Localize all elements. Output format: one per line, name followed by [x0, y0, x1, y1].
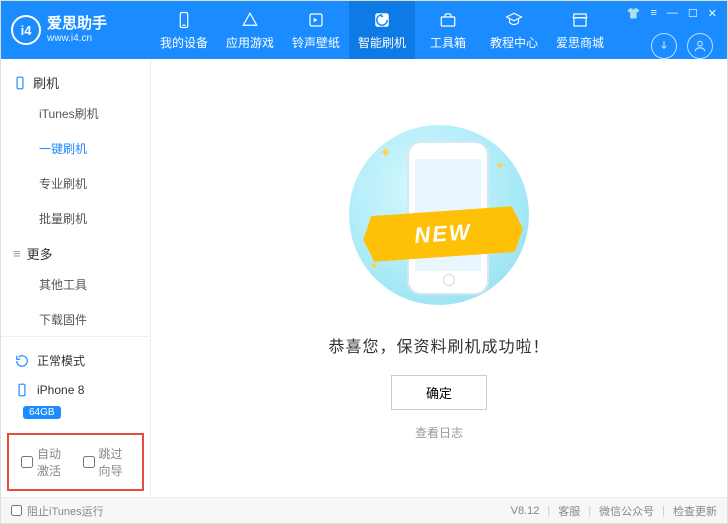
checkbox-label: 自动激活	[37, 445, 69, 479]
refresh-icon	[15, 354, 29, 368]
update-link[interactable]: 检查更新	[673, 503, 717, 519]
toolbox-icon	[438, 10, 458, 30]
storage-badge: 64GB	[23, 406, 61, 419]
nav-label: 智能刷机	[358, 34, 406, 51]
body: 刷机 iTunes刷机 一键刷机 专业刷机 批量刷机 ≡ 更多 其他工具 下载固…	[1, 59, 727, 497]
brand-url: www.i4.cn	[47, 33, 107, 44]
close-icon[interactable]: ✕	[706, 5, 719, 22]
window-controls: 👕 ≡ — ☐ ✕	[625, 1, 727, 33]
logo-icon: i4	[11, 15, 41, 45]
wallpaper-icon	[306, 10, 326, 30]
app-window: i4 爱思助手 www.i4.cn 我的设备 应用游戏 铃声壁纸 智能刷机	[0, 0, 728, 524]
sidebar-item-other-tools[interactable]: 其他工具	[1, 267, 150, 302]
sidebar-group-title: 更多	[27, 244, 53, 263]
apps-icon	[240, 10, 260, 30]
tutorial-icon	[504, 10, 524, 30]
sparkle-icon: ✦	[379, 143, 392, 163]
main-content: ✦ ✦ ✦ NEW 恭喜您，保资料刷机成功啦！ 确定 查看日志	[151, 59, 727, 497]
sidebar-item-itunes-flash[interactable]: iTunes刷机	[1, 96, 150, 131]
nav-apps[interactable]: 应用游戏	[217, 1, 283, 59]
header: i4 爱思助手 www.i4.cn 我的设备 应用游戏 铃声壁纸 智能刷机	[1, 1, 727, 59]
sidebar-item-batch-flash[interactable]: 批量刷机	[1, 201, 150, 236]
logo-area: i4 爱思助手 www.i4.cn	[1, 15, 151, 45]
nav-label: 教程中心	[490, 34, 538, 51]
more-icon: ≡	[13, 246, 21, 261]
device-row[interactable]: iPhone 8	[1, 376, 150, 404]
support-link[interactable]: 客服	[558, 503, 580, 519]
nav-label: 工具箱	[430, 34, 466, 51]
sidebar-item-pro-flash[interactable]: 专业刷机	[1, 166, 150, 201]
footer: 阻止iTunes运行 V8.12 | 客服 | 微信公众号 | 检查更新	[1, 497, 727, 523]
sidebar-scroll: 刷机 iTunes刷机 一键刷机 专业刷机 批量刷机 ≡ 更多 其他工具 下载固…	[1, 59, 150, 336]
wechat-link[interactable]: 微信公众号	[599, 503, 654, 519]
top-nav: 我的设备 应用游戏 铃声壁纸 智能刷机 工具箱 教程中心	[151, 1, 625, 59]
nav-ringtones[interactable]: 铃声壁纸	[283, 1, 349, 59]
menu-icon[interactable]: ≡	[648, 5, 658, 21]
minimize-icon[interactable]: —	[665, 5, 680, 21]
sidebar-item-onekey-flash[interactable]: 一键刷机	[1, 131, 150, 166]
nav-label: 应用游戏	[226, 34, 274, 51]
sidebar-bottom: 正常模式 iPhone 8 64GB	[1, 336, 150, 427]
checkbox-input[interactable]	[21, 456, 33, 468]
nav-label: 铃声壁纸	[292, 34, 340, 51]
sparkle-icon: ✦	[495, 159, 505, 173]
store-icon	[570, 10, 590, 30]
option-highlight-box: 自动激活 跳过向导	[7, 433, 144, 491]
nav-label: 我的设备	[160, 34, 208, 51]
nav-label: 爱思商城	[556, 34, 604, 51]
version-label: V8.12	[511, 505, 540, 517]
phone-icon	[174, 10, 194, 30]
success-illustration: ✦ ✦ ✦ NEW	[339, 115, 539, 315]
separator: |	[662, 505, 665, 517]
phone-icon	[13, 76, 27, 90]
separator: |	[547, 505, 550, 517]
tshirt-icon[interactable]: 👕	[625, 5, 643, 22]
mode-label: 正常模式	[37, 352, 85, 369]
brand-name: 爱思助手	[47, 16, 107, 33]
flash-icon	[372, 10, 392, 30]
sidebar-group-title: 刷机	[33, 73, 59, 92]
checkbox-label: 跳过向导	[99, 445, 131, 479]
view-log-link[interactable]: 查看日志	[415, 424, 463, 441]
checkbox-block-itunes[interactable]: 阻止iTunes运行	[11, 503, 104, 519]
header-right	[651, 33, 727, 59]
checkbox-skip-guide[interactable]: 跳过向导	[83, 445, 131, 479]
nav-my-device[interactable]: 我的设备	[151, 1, 217, 59]
checkbox-input[interactable]	[11, 505, 22, 516]
ok-button[interactable]: 确定	[391, 375, 487, 410]
sidebar-item-download-fw[interactable]: 下载固件	[1, 302, 150, 336]
nav-toolbox[interactable]: 工具箱	[415, 1, 481, 59]
checkbox-input[interactable]	[83, 456, 95, 468]
separator: |	[588, 505, 591, 517]
user-button[interactable]	[687, 33, 713, 59]
phone-icon	[15, 383, 29, 397]
success-message: 恭喜您，保资料刷机成功啦！	[328, 333, 549, 357]
sidebar: 刷机 iTunes刷机 一键刷机 专业刷机 批量刷机 ≡ 更多 其他工具 下载固…	[1, 59, 151, 497]
mode-row[interactable]: 正常模式	[1, 345, 150, 376]
nav-tutorials[interactable]: 教程中心	[481, 1, 547, 59]
checkbox-auto-activate[interactable]: 自动激活	[21, 445, 69, 479]
sidebar-group-more[interactable]: ≡ 更多	[1, 236, 150, 267]
nav-store[interactable]: 爱思商城	[547, 1, 613, 59]
download-button[interactable]	[651, 33, 677, 59]
nav-flash[interactable]: 智能刷机	[349, 1, 415, 59]
device-name: iPhone 8	[37, 383, 84, 397]
checkbox-label: 阻止iTunes运行	[27, 503, 104, 519]
sidebar-group-flash[interactable]: 刷机	[1, 65, 150, 96]
maximize-icon[interactable]: ☐	[686, 5, 700, 22]
footer-right: V8.12 | 客服 | 微信公众号 | 检查更新	[511, 503, 717, 519]
brand-text: 爱思助手 www.i4.cn	[47, 16, 107, 44]
